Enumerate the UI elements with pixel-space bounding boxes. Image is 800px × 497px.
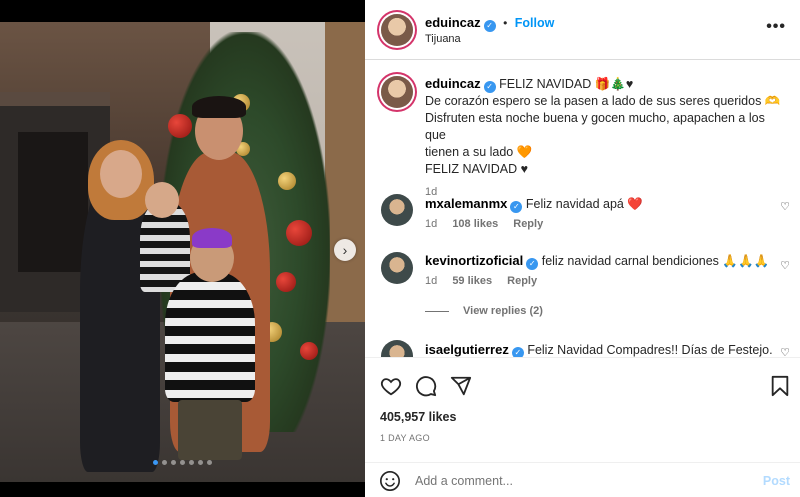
verified-icon: ✓ (526, 258, 539, 270)
view-replies-button[interactable]: View replies (2) (425, 305, 543, 317)
post-comment-button[interactable]: Post (763, 474, 790, 488)
author-username[interactable]: eduincaz (425, 15, 481, 30)
carousel-next-button[interactable]: › (334, 239, 356, 261)
carousel-dot (189, 460, 194, 465)
share-icon[interactable] (449, 374, 473, 398)
comment-icon[interactable] (414, 374, 438, 398)
comment-input[interactable] (415, 471, 735, 491)
caption-line: Disfruten esta noche buena y gocen mucho… (425, 111, 765, 142)
emoji-icon[interactable] (379, 470, 401, 492)
heart-icon[interactable]: ♡ (780, 346, 790, 357)
likes-count[interactable]: 405,957 likes (380, 410, 456, 424)
carousel-dot (171, 460, 176, 465)
reply-button[interactable]: Reply (513, 218, 543, 230)
comment-likes[interactable]: 59 likes (452, 275, 492, 287)
caption-line: tienen a su lado 🧡 (425, 145, 533, 159)
more-icon[interactable]: ••• (766, 18, 786, 36)
comment-text: Feliz navidad apá ❤️ (525, 197, 643, 211)
person-kid (165, 272, 255, 402)
follow-button[interactable]: Follow (515, 16, 555, 30)
commenter-username[interactable]: isaelgutierrez (425, 342, 509, 357)
carousel-dot (207, 460, 212, 465)
heart-icon[interactable]: ♡ (780, 259, 790, 272)
caption-title: FELIZ NAVIDAD 🎁🎄♥ (499, 77, 634, 91)
verified-icon: ✓ (483, 20, 496, 32)
commenter-username[interactable]: kevinortizoficial (425, 253, 523, 268)
caption-avatar[interactable] (381, 76, 413, 108)
comment-text: Feliz Navidad Compadres!! Días de Festej… (527, 343, 773, 357)
heart-icon[interactable] (379, 374, 403, 398)
comment-text: feliz navidad carnal bendiciones 🙏🙏🙏 (541, 254, 770, 268)
commenter-avatar[interactable] (381, 340, 413, 357)
carousel-dots (0, 460, 365, 465)
comment-age[interactable]: 1d (425, 275, 437, 287)
post-photo[interactable] (0, 22, 365, 482)
verified-icon: ✓ (511, 347, 524, 357)
carousel-dot (153, 460, 158, 465)
reply-button[interactable]: Reply (507, 275, 537, 287)
caption-line: De corazón espero se la pasen a lado de … (425, 94, 781, 108)
verified-icon: ✓ (483, 81, 496, 93)
caption-line: FELIZ NAVIDAD ♥ (425, 162, 529, 176)
carousel-dot (180, 460, 185, 465)
comments-section: eduincaz ✓ FELIZ NAVIDAD 🎁🎄♥ De corazón e… (365, 61, 800, 357)
carousel-dot (198, 460, 203, 465)
comment-likes[interactable]: 108 likes (452, 218, 498, 230)
post-panel: eduincaz ✓ • Follow Tijuana ••• eduincaz ✓… (365, 0, 800, 497)
add-comment-bar: Post (365, 462, 800, 497)
verified-icon: ✓ (510, 201, 523, 213)
author-avatar[interactable] (381, 14, 413, 46)
post-media: › (0, 0, 365, 497)
instagram-post-modal: › eduincaz✓ • Follow Tijuana ••• eduinc (0, 0, 800, 497)
commenter-username[interactable]: mxalemanmx (425, 196, 507, 211)
chevron-right-icon: › (342, 242, 348, 258)
post-location[interactable]: Tijuana (425, 33, 461, 45)
post-time[interactable]: 1 DAY AGO (380, 433, 430, 443)
comment-age[interactable]: 1d (425, 218, 437, 230)
carousel-dot (162, 460, 167, 465)
commenter-avatar[interactable] (381, 194, 413, 226)
bookmark-icon[interactable] (768, 374, 792, 398)
heart-icon[interactable]: ♡ (780, 200, 790, 213)
commenter-avatar[interactable] (381, 252, 413, 284)
post-header: eduincaz ✓ • Follow Tijuana ••• (365, 0, 800, 60)
caption-username[interactable]: eduincaz (425, 76, 481, 91)
